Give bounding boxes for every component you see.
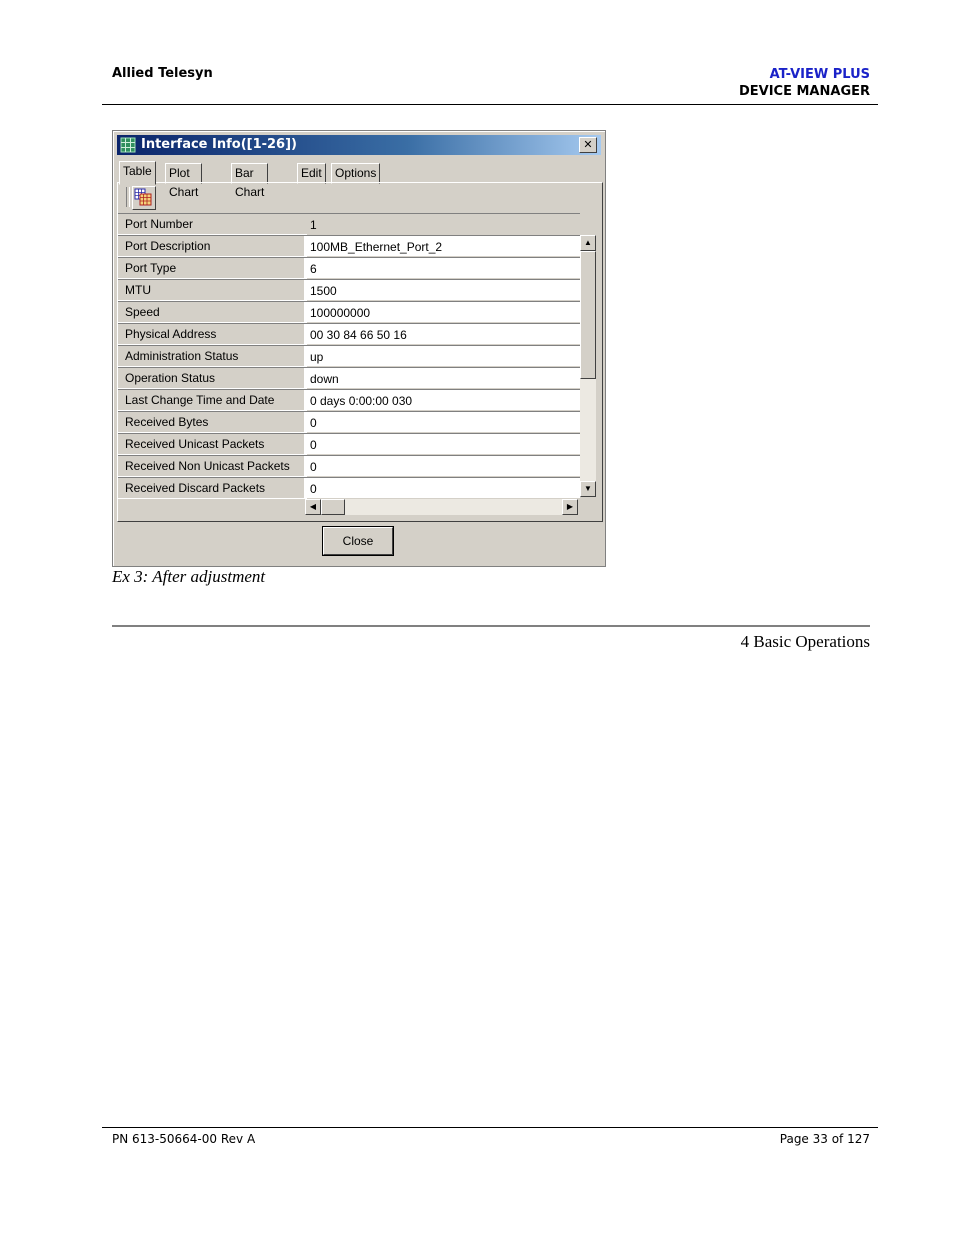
figure-caption: Ex 3: After adjustment <box>112 567 266 586</box>
module-name: DEVICE MANAGER <box>738 84 870 99</box>
tab-plot-chart[interactable]: Plot Chart <box>165 163 203 199</box>
table-row: Received Bytes 0 <box>118 411 580 433</box>
row-label: Operation Status <box>118 367 307 389</box>
row-value[interactable]: 100MB_Ethernet_Port_2 <box>304 235 580 256</box>
row-value[interactable]: 0 days 0:00:00 030 <box>304 389 580 410</box>
interface-info-dialog: Interface Info([1-26]) ✕ Table Plot Char… <box>112 130 606 567</box>
row-value[interactable]: 6 <box>304 257 580 278</box>
close-button[interactable]: Close <box>323 527 393 555</box>
table-row: Operation Status down <box>118 367 580 389</box>
part-number: PN 613-50664-00 Rev A <box>112 1132 256 1146</box>
table-row: Received Discard Packets 0 <box>118 477 580 499</box>
row-value[interactable]: down <box>304 367 580 388</box>
dialog-titlebar[interactable]: Interface Info([1-26]) ✕ <box>117 135 601 155</box>
row-value[interactable]: 1500 <box>304 279 580 300</box>
row-label: Received Unicast Packets <box>118 433 307 455</box>
table-row: Port Description 100MB_Ethernet_Port_2 <box>118 235 580 257</box>
footer-divider <box>102 1127 878 1128</box>
row-label: Last Change Time and Date <box>118 389 307 411</box>
table-view-button[interactable] <box>132 186 156 210</box>
tab-table[interactable]: Table <box>119 161 156 185</box>
tab-edit[interactable]: Edit <box>297 163 326 184</box>
row-value[interactable]: 0 <box>304 433 580 454</box>
row-label: Received Discard Packets <box>118 477 307 499</box>
table-row: Port Type 6 <box>118 257 580 279</box>
header-divider <box>102 104 878 105</box>
tab-bar-chart[interactable]: Bar Chart <box>231 163 269 199</box>
scroll-up-icon[interactable]: ▲ <box>580 235 596 251</box>
company-name: Allied Telesyn <box>112 66 213 81</box>
row-label: Administration Status <box>118 345 307 367</box>
toolbar-separator <box>126 187 130 207</box>
page-number: Page 33 of 127 <box>779 1132 870 1146</box>
section-divider <box>112 625 870 627</box>
row-label: Received Bytes <box>118 411 307 433</box>
table-row: Speed 100000000 <box>118 301 580 323</box>
row-label: Speed <box>118 301 307 323</box>
scroll-down-icon[interactable]: ▼ <box>580 481 596 497</box>
horizontal-scrollbar[interactable]: ◀ ▶ <box>305 499 578 515</box>
row-value[interactable]: 100000000 <box>304 301 580 322</box>
row-value[interactable]: 00 30 84 66 50 16 <box>304 323 580 344</box>
row-label: MTU <box>118 279 307 301</box>
dialog-title: Interface Info([1-26]) <box>141 137 297 152</box>
table-view-icon <box>134 188 152 206</box>
tab-options[interactable]: Options <box>331 163 381 184</box>
row-label: Physical Address <box>118 323 307 345</box>
row-label: Port Description <box>118 235 307 257</box>
table-row: Received Unicast Packets 0 <box>118 433 580 455</box>
product-name: AT-VIEW PLUS <box>769 67 870 82</box>
table-row: Port Number 1 <box>118 213 580 235</box>
row-label: Port Number <box>118 213 307 235</box>
close-icon[interactable]: ✕ <box>579 137 597 153</box>
horizontal-scroll-thumb[interactable] <box>321 499 345 515</box>
table-row: Received Non Unicast Packets 0 <box>118 455 580 477</box>
row-label: Port Type <box>118 257 307 279</box>
table-row: MTU 1500 <box>118 279 580 301</box>
row-value[interactable]: 0 <box>304 477 580 498</box>
row-label: Received Non Unicast Packets <box>118 455 307 477</box>
table-row: Last Change Time and Date 0 days 0:00:00… <box>118 389 580 411</box>
row-value[interactable]: up <box>304 345 580 366</box>
scroll-right-icon[interactable]: ▶ <box>562 499 578 515</box>
grid-icon <box>120 137 136 153</box>
table-row: Physical Address 00 30 84 66 50 16 <box>118 323 580 345</box>
section-title: 4 Basic Operations <box>740 632 870 651</box>
row-value[interactable]: 0 <box>304 411 580 432</box>
row-value[interactable]: 0 <box>304 455 580 476</box>
scroll-left-icon[interactable]: ◀ <box>305 499 321 515</box>
vertical-scroll-thumb[interactable] <box>580 251 596 379</box>
row-value[interactable]: 1 <box>304 213 580 234</box>
table-row: Administration Status up <box>118 345 580 367</box>
vertical-scrollbar[interactable]: ▲ ▼ <box>580 235 596 497</box>
